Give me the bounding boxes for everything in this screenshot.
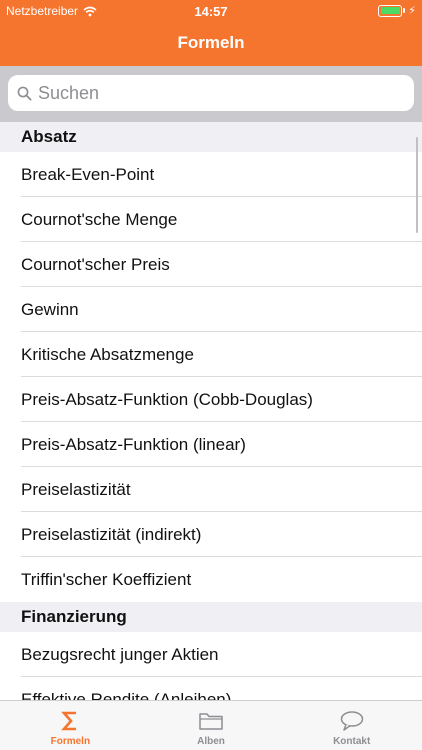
battery-indicator: ⚡ [378, 4, 416, 17]
section-header-finanzierung: Finanzierung [0, 602, 422, 632]
sigma-icon [61, 708, 79, 734]
search-bar [0, 66, 422, 122]
navigation-bar: Netzbetreiber 14:57 ⚡ Formeln [0, 0, 422, 66]
list-item[interactable]: Bezugsrecht junger Aktien [21, 632, 422, 677]
tab-label: Kontakt [333, 736, 371, 747]
list-item[interactable]: Kritische Absatzmenge [21, 332, 422, 377]
list-item[interactable]: Cournot'sche Menge [21, 197, 422, 242]
list-item[interactable]: Preiselastizität [21, 467, 422, 512]
list-item[interactable]: Effektive Rendite (Anleihen) [21, 677, 422, 700]
list-item[interactable]: Preis-Absatz-Funktion (Cobb-Douglas) [21, 377, 422, 422]
battery-tip [403, 8, 406, 13]
status-bar: Netzbetreiber 14:57 ⚡ [0, 0, 422, 22]
scroll-indicator[interactable] [415, 137, 418, 233]
tab-alben[interactable]: Alben [141, 701, 282, 750]
tab-kontakt[interactable]: Kontakt [281, 701, 422, 750]
battery-icon [378, 4, 403, 17]
list-item[interactable]: Break-Even-Point [21, 152, 422, 197]
tab-label: Alben [197, 736, 225, 747]
tab-bar: Formeln Alben Kontakt [0, 700, 422, 750]
formula-list[interactable]: Absatz Break-Even-Point Cournot'sche Men… [0, 122, 422, 700]
list-item[interactable]: Cournot'scher Preis [21, 242, 422, 287]
page-title: Formeln [177, 33, 245, 52]
speech-bubble-icon [339, 708, 365, 734]
list-item[interactable]: Preis-Absatz-Funktion (linear) [21, 422, 422, 467]
list-item[interactable]: Triffin'scher Koeffizient [21, 557, 422, 602]
section-header-absatz: Absatz [0, 122, 422, 152]
search-icon [17, 86, 32, 101]
search-input[interactable] [38, 82, 378, 104]
tab-formeln[interactable]: Formeln [0, 701, 141, 750]
list-item[interactable]: Gewinn [21, 287, 422, 332]
status-time: 14:57 [194, 4, 228, 19]
charging-icon: ⚡ [408, 5, 416, 17]
tab-label: Formeln [50, 736, 91, 747]
search-field[interactable] [8, 75, 414, 111]
list-item[interactable]: Preiselastizität (indirekt) [21, 512, 422, 557]
folder-icon [198, 708, 224, 734]
